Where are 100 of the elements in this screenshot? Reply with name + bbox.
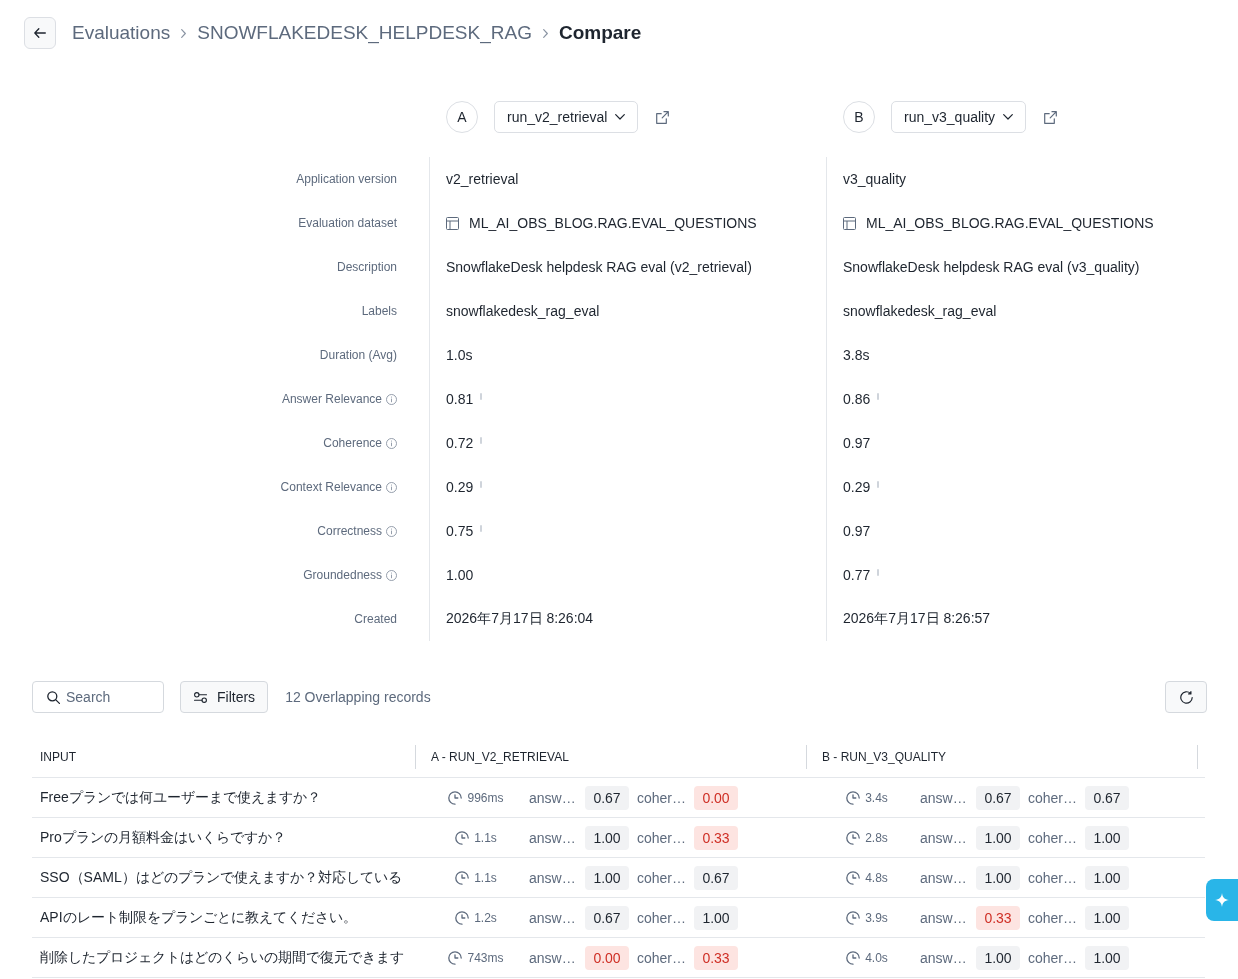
score-badge: 0.67 bbox=[585, 905, 629, 930]
external-link-icon[interactable] bbox=[1044, 110, 1058, 124]
chevron-down-icon bbox=[615, 114, 626, 120]
metric-label: coher… bbox=[1028, 909, 1078, 926]
detail-label: Labels bbox=[361, 304, 397, 318]
score-badge: 0.67 bbox=[976, 785, 1020, 810]
filter-icon bbox=[194, 691, 207, 703]
detail-value: ML_AI_OBS_BLOG.RAG.EVAL_QUESTIONS bbox=[469, 215, 757, 231]
detail-value: SnowflakeDesk helpdesk RAG eval (v3_quality) bbox=[843, 259, 1140, 275]
detail-value: v2_retrieval bbox=[446, 171, 519, 187]
duration-text: 3.9s bbox=[865, 910, 888, 925]
search-icon bbox=[47, 691, 60, 704]
arrow-left-icon bbox=[34, 28, 46, 38]
detail-value: 0.86 bbox=[843, 391, 871, 407]
search-field[interactable]: Search bbox=[32, 681, 164, 713]
score-badge: 1.00 bbox=[1085, 905, 1130, 930]
metric-label: answ… bbox=[529, 949, 577, 966]
duration-text: 3.4s bbox=[865, 790, 888, 805]
metric-label: coher… bbox=[637, 909, 687, 926]
clock-icon bbox=[846, 870, 861, 885]
detail-label: Description bbox=[336, 260, 397, 274]
score-badge: 0.33 bbox=[694, 945, 739, 970]
run-select[interactable]: run_v3_quality bbox=[891, 101, 1027, 133]
score-badge: 1.00 bbox=[694, 905, 739, 930]
score-badge: 1.00 bbox=[585, 865, 629, 890]
detail-label: Correctness bbox=[317, 524, 382, 538]
metric-label: coher… bbox=[1028, 949, 1078, 966]
detail-label: Answer Relevance bbox=[281, 392, 382, 406]
metric-label: coher… bbox=[637, 829, 687, 846]
metric-label: answ… bbox=[920, 869, 968, 886]
detail-value: 0.97 bbox=[843, 435, 871, 451]
metric-label: answ… bbox=[920, 909, 968, 926]
breadcrumb-item[interactable]: SNOWFLAKEDESK_HELPDESK_RAG bbox=[197, 22, 532, 44]
column-header: INPUT bbox=[40, 750, 76, 764]
score-badge: 0.00 bbox=[585, 945, 629, 970]
metric-label: coher… bbox=[637, 949, 687, 966]
filters-button[interactable]: Filters bbox=[180, 681, 269, 713]
detail-label: Evaluation dataset bbox=[298, 216, 397, 230]
detail-value: snowflakedesk_rag_eval bbox=[446, 303, 600, 319]
score-badge: 1.00 bbox=[1085, 945, 1130, 970]
score-badge: 1.00 bbox=[976, 825, 1020, 850]
column-header: B - RUN_V3_QUALITY bbox=[822, 750, 947, 764]
metric-label: answ… bbox=[529, 869, 577, 886]
detail-value: 0.72 bbox=[446, 435, 474, 451]
score-badge: 1.00 bbox=[1085, 865, 1130, 890]
score-badge: 0.67 bbox=[585, 785, 629, 810]
duration-text: 1.1s bbox=[474, 870, 497, 885]
detail-label: Created bbox=[354, 612, 397, 626]
clock-icon bbox=[846, 910, 861, 925]
score-badge: 1.00 bbox=[976, 865, 1020, 890]
duration-text: 1.2s bbox=[474, 910, 497, 925]
detail-value: 0.81 bbox=[446, 391, 474, 407]
metric-label: answ… bbox=[920, 789, 968, 806]
score-badge: 1.00 bbox=[976, 945, 1020, 970]
chevron-right-icon bbox=[181, 28, 187, 38]
run-select[interactable]: run_v2_retrieval bbox=[494, 101, 639, 133]
back-button[interactable] bbox=[24, 17, 56, 49]
metric-label: answ… bbox=[920, 949, 968, 966]
metric-label: answ… bbox=[529, 909, 577, 926]
clock-icon bbox=[448, 950, 463, 965]
metric-label: coher… bbox=[1028, 829, 1078, 846]
external-link-icon[interactable] bbox=[656, 110, 670, 124]
detail-value: 2026年7月17日 8:26:57 bbox=[843, 610, 991, 628]
clock-icon bbox=[846, 830, 861, 845]
metric-label: answ… bbox=[529, 829, 577, 846]
score-badge: 0.67 bbox=[694, 865, 739, 890]
question-text: SSO（SAML）はどのプランで使えますか？対応している bbox=[40, 868, 402, 887]
metric-label: answ… bbox=[529, 789, 577, 806]
clock-icon bbox=[846, 790, 861, 805]
duration-text: 743ms bbox=[467, 950, 504, 965]
clock-icon bbox=[455, 910, 470, 925]
question-text: Proプランの月額料金はいくらですか？ bbox=[40, 828, 286, 847]
detail-label: Duration (Avg) bbox=[319, 348, 397, 362]
record-count: 12 Overlapping records bbox=[285, 689, 431, 705]
question-text: Freeプランでは何ユーザーまで使えますか？ bbox=[40, 788, 321, 807]
metric-label: coher… bbox=[1028, 869, 1078, 886]
detail-value: 1.0s bbox=[446, 347, 473, 363]
breadcrumb-item[interactable]: Evaluations bbox=[72, 22, 171, 44]
detail-label: Context Relevance bbox=[280, 480, 382, 494]
duration-text: 4.8s bbox=[865, 870, 888, 885]
detail-label: Groundedness bbox=[303, 568, 382, 582]
detail-value: SnowflakeDesk helpdesk RAG eval (v2_retrieval) bbox=[446, 259, 752, 275]
detail-label: Coherence bbox=[323, 436, 382, 450]
clock-icon bbox=[455, 870, 470, 885]
clock-icon bbox=[846, 950, 861, 965]
score-badge: 0.33 bbox=[694, 825, 739, 850]
detail-value: 2026年7月17日 8:26:04 bbox=[446, 610, 594, 628]
table-icon bbox=[843, 216, 856, 230]
sparkle-icon bbox=[1215, 893, 1229, 907]
duration-text: 1.1s bbox=[474, 830, 497, 845]
question-text: APIのレート制限をプランごとに教えてください。 bbox=[40, 908, 357, 927]
detail-value: snowflakedesk_rag_eval bbox=[843, 303, 997, 319]
metric-label: coher… bbox=[637, 869, 687, 886]
chevron-down-icon bbox=[1003, 114, 1014, 120]
clock-icon bbox=[448, 790, 463, 805]
detail-value: 0.77 bbox=[843, 567, 871, 583]
detail-value: 3.8s bbox=[843, 347, 870, 363]
detail-value: 0.97 bbox=[843, 523, 871, 539]
refresh-button[interactable] bbox=[1165, 681, 1207, 713]
detail-value: 0.75 bbox=[446, 523, 474, 539]
